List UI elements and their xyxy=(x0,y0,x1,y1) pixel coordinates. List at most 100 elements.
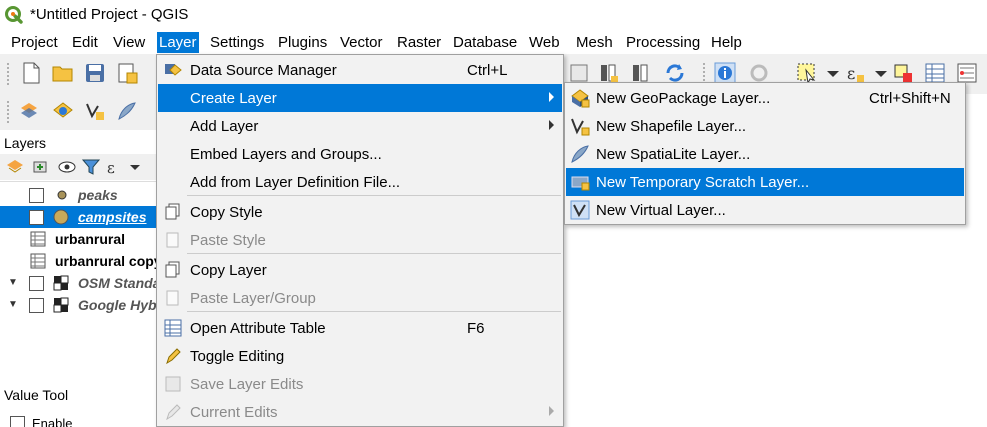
zoom-last-icon[interactable] xyxy=(598,62,620,84)
menu-layer[interactable]: Layer xyxy=(157,32,199,53)
layer-name: OSM Standard xyxy=(78,275,160,291)
layer-visibility-checkbox[interactable] xyxy=(29,276,44,291)
toolbar-grip[interactable] xyxy=(6,100,10,124)
window-title: *Untitled Project - QGIS xyxy=(30,6,189,23)
layer-row-peaks[interactable]: peaks xyxy=(0,184,160,206)
pencil-icon xyxy=(166,348,181,365)
chevron-down-icon[interactable] xyxy=(822,62,844,84)
field-calculator-icon[interactable] xyxy=(956,62,978,84)
menu-item-current-edits[interactable]: Current Edits xyxy=(158,398,562,426)
identify-icon[interactable] xyxy=(714,62,736,84)
virtual-layer-icon xyxy=(570,200,590,220)
style-manager-icon[interactable] xyxy=(18,100,40,122)
menu-separator xyxy=(187,253,561,254)
layers-panel-title: Layers xyxy=(4,135,47,151)
layer-row-campsites[interactable]: campsites xyxy=(0,206,160,228)
zoom-next-icon[interactable] xyxy=(630,62,652,84)
table-layer-icon xyxy=(30,253,46,269)
attribute-table-icon[interactable] xyxy=(924,62,946,84)
menu-separator xyxy=(187,311,561,312)
select-features-icon[interactable] xyxy=(796,62,818,84)
menu-item-add-layer-definition[interactable]: Add from Layer Definition File... xyxy=(158,168,562,196)
menu-plugins[interactable]: Plugins xyxy=(276,32,329,53)
layer-visibility-checkbox[interactable] xyxy=(29,298,44,313)
layer-row-urbanrural-copy[interactable]: urbanrural copy xyxy=(0,250,160,272)
menu-settings[interactable]: Settings xyxy=(208,32,266,53)
menu-raster[interactable]: Raster xyxy=(395,32,443,53)
paste-icon xyxy=(166,290,179,306)
menu-item-open-attribute-table[interactable]: Open Attribute Table F6 xyxy=(158,314,562,342)
svg-text:ε: ε xyxy=(847,64,855,83)
layer-row-osm-standard[interactable]: ▼ OSM Standard xyxy=(0,272,160,294)
menu-item-embed-layers[interactable]: Embed Layers and Groups... xyxy=(158,140,562,168)
raster-layer-icon xyxy=(53,275,69,291)
refresh-icon[interactable] xyxy=(664,62,686,84)
deselect-icon[interactable] xyxy=(892,62,914,84)
layers-panel-toolbar: ε xyxy=(0,154,160,180)
menu-item-copy-style[interactable]: Copy Style xyxy=(158,198,562,226)
expand-arrow-icon[interactable]: ▼ xyxy=(8,272,18,294)
menu-project[interactable]: Project xyxy=(9,32,60,53)
enable-checkbox[interactable] xyxy=(10,416,25,427)
chevron-down-icon[interactable] xyxy=(870,62,892,84)
layer-name: campsites xyxy=(78,209,147,225)
expand-arrow-icon[interactable]: ▼ xyxy=(8,294,18,316)
layer-visibility-checkbox[interactable] xyxy=(29,188,44,203)
create-layer-submenu: New GeoPackage Layer... Ctrl+Shift+N New… xyxy=(564,82,966,225)
submenu-item-new-spatialite[interactable]: New SpatiaLite Layer... xyxy=(566,140,964,168)
attribute-table-icon xyxy=(164,319,182,337)
new-spatialite-icon xyxy=(571,145,589,163)
refresh-tool-icon[interactable] xyxy=(568,62,590,84)
layer-visibility-checkbox[interactable] xyxy=(29,210,44,225)
chevron-down-icon[interactable] xyxy=(124,156,146,178)
menu-item-toggle-editing[interactable]: Toggle Editing xyxy=(158,342,562,370)
menu-edit[interactable]: Edit xyxy=(70,32,100,53)
submenu-item-new-temporary-scratch[interactable]: New Temporary Scratch Layer... xyxy=(566,168,964,196)
enable-label: Enable xyxy=(32,416,73,427)
new-spatialite-icon[interactable] xyxy=(116,100,138,122)
menu-vector[interactable]: Vector xyxy=(338,32,385,53)
menu-web[interactable]: Web xyxy=(527,32,562,53)
new-shapefile-icon[interactable] xyxy=(84,100,106,122)
data-source-manager-icon xyxy=(165,64,182,76)
open-project-icon[interactable] xyxy=(52,62,74,84)
layer-row-urbanrural[interactable]: urbanrural xyxy=(0,228,160,250)
filter-expression-icon[interactable]: ε xyxy=(104,156,126,178)
qgis-logo-icon xyxy=(5,6,23,24)
menu-item-paste-style[interactable]: Paste Style xyxy=(158,226,562,254)
svg-text:ε: ε xyxy=(107,159,115,177)
style-manager-icon[interactable] xyxy=(4,156,26,178)
print-layout-icon[interactable] xyxy=(116,62,138,84)
add-group-icon[interactable] xyxy=(30,156,52,178)
menu-item-save-layer-edits[interactable]: Save Layer Edits xyxy=(158,370,562,398)
menu-item-copy-layer[interactable]: Copy Layer xyxy=(158,256,562,284)
menu-database[interactable]: Database xyxy=(451,32,519,53)
menu-processing[interactable]: Processing xyxy=(624,32,702,53)
save-edits-icon xyxy=(165,376,181,392)
visibility-eye-icon[interactable] xyxy=(56,156,78,178)
menu-view[interactable]: View xyxy=(111,32,147,53)
submenu-item-new-shapefile[interactable]: New Shapefile Layer... xyxy=(566,112,964,140)
submenu-arrow-icon xyxy=(549,92,554,102)
action-gear-icon[interactable] xyxy=(748,62,770,84)
copy-icon xyxy=(165,203,180,220)
menu-item-data-source-manager[interactable]: Data Source Manager Ctrl+L xyxy=(158,56,562,84)
paste-icon xyxy=(166,232,179,248)
submenu-item-new-geopackage[interactable]: New GeoPackage Layer... Ctrl+Shift+N xyxy=(566,84,964,112)
menu-help[interactable]: Help xyxy=(709,32,744,53)
save-project-icon[interactable] xyxy=(84,62,106,84)
select-expression-icon[interactable]: ε xyxy=(844,62,866,84)
map-canvas[interactable] xyxy=(565,225,987,427)
filter-icon[interactable] xyxy=(80,156,102,178)
menu-item-create-layer[interactable]: Create Layer xyxy=(158,84,562,112)
menu-item-add-layer[interactable]: Add Layer xyxy=(158,112,562,140)
value-tool-title: Value Tool xyxy=(4,387,69,403)
data-source-manager-icon[interactable] xyxy=(52,100,74,122)
layer-row-google-hybrid[interactable]: ▼ Google Hybrid xyxy=(0,294,160,316)
submenu-item-new-virtual[interactable]: New Virtual Layer... xyxy=(566,196,964,224)
layer-name: Google Hybrid xyxy=(78,297,160,313)
new-project-icon[interactable] xyxy=(20,62,42,84)
menu-mesh[interactable]: Mesh xyxy=(574,32,615,53)
menu-item-paste-layer-group[interactable]: Paste Layer/Group xyxy=(158,284,562,312)
toolbar-grip[interactable] xyxy=(6,62,10,86)
